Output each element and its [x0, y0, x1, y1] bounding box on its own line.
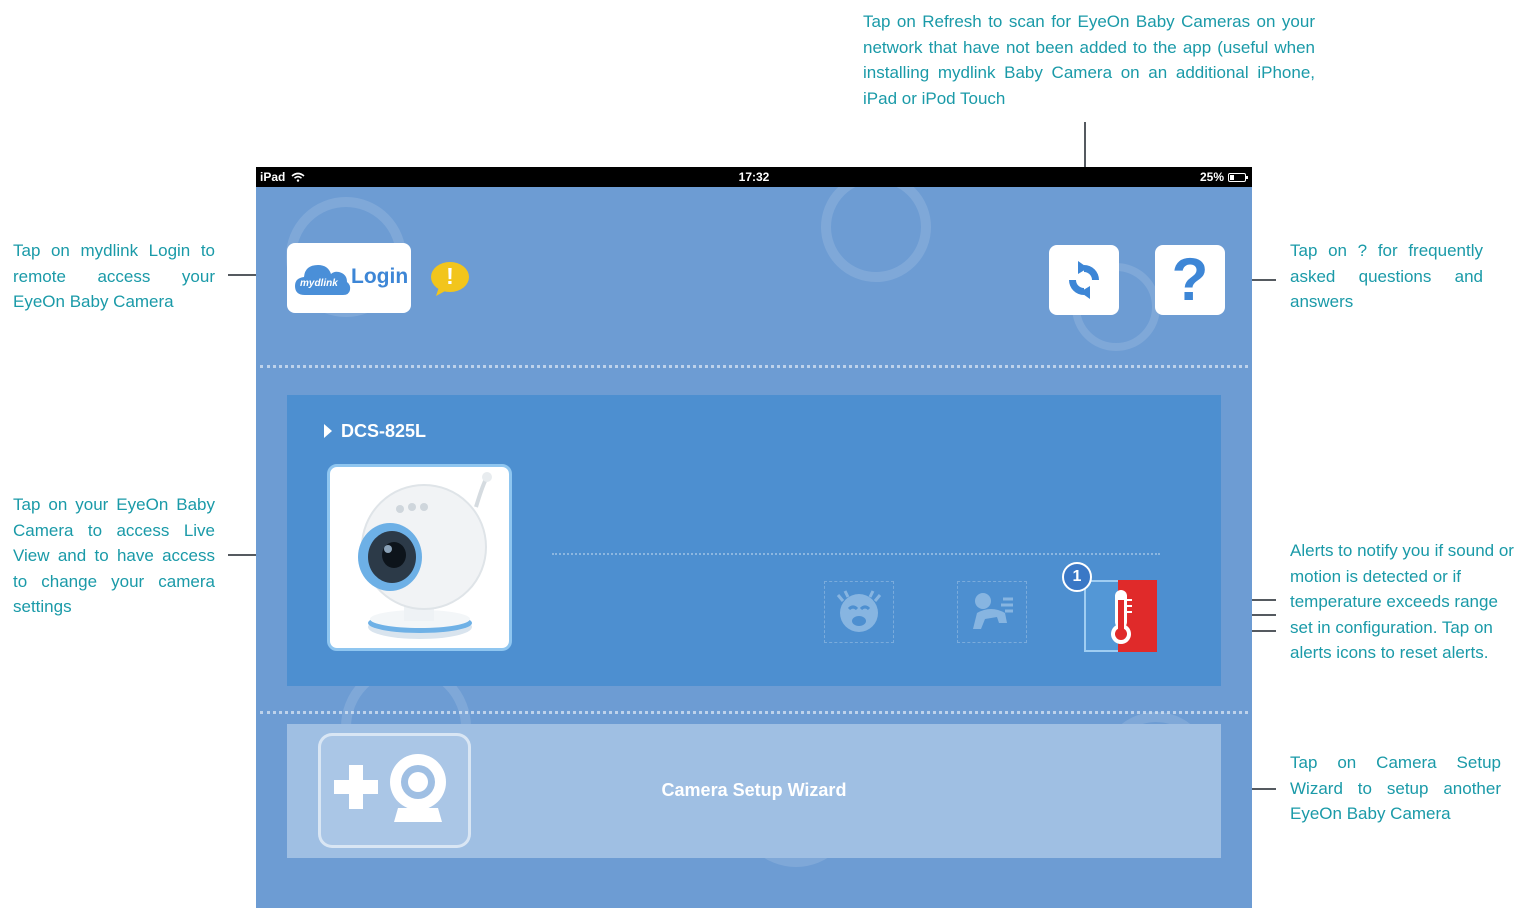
- camera-inner-divider: [552, 553, 1160, 555]
- expand-arrow-icon: [324, 424, 332, 438]
- status-bar: iPad 17:32 25%: [256, 167, 1252, 187]
- login-annotation: Tap on mydlink Login to remote access yo…: [13, 241, 215, 311]
- temperature-alert[interactable]: 1: [1062, 562, 1157, 652]
- refresh-annotation: Tap on Refresh to scan for EyeOn Baby Ca…: [863, 12, 1315, 108]
- camera-setup-wizard-button[interactable]: Camera Setup Wizard: [287, 724, 1221, 858]
- help-button[interactable]: ?: [1155, 245, 1225, 315]
- wizard-label: Camera Setup Wizard: [661, 780, 847, 800]
- help-annotation: Tap on ? for frequently asked questions …: [1290, 241, 1483, 311]
- question-mark-icon: ?: [1171, 246, 1209, 313]
- camera-list-item[interactable]: DCS-825L 1: [287, 395, 1221, 686]
- mydlink-label: mydlink: [300, 278, 338, 289]
- divider-bottom: [260, 711, 1248, 714]
- baby-camera-image: [358, 472, 492, 639]
- warning-badge[interactable]: !: [430, 261, 470, 297]
- app-screen: iPad 17:32 25% mydlink Login ! ? DCS-825…: [256, 167, 1252, 908]
- login-label: Login: [351, 265, 409, 288]
- alert-count-badge: 1: [1062, 562, 1092, 592]
- clock: 17:32: [738, 170, 770, 184]
- mydlink-login-button[interactable]: mydlink Login: [287, 243, 411, 313]
- warning-mark: !: [446, 263, 454, 289]
- divider-top: [260, 365, 1248, 368]
- refresh-button[interactable]: [1049, 245, 1119, 315]
- crawling-baby-motion-icon[interactable]: [967, 589, 1017, 635]
- wizard-annotation: Tap on Camera Setup Wizard to setup anot…: [1290, 753, 1501, 823]
- alert-count: 1: [1072, 568, 1082, 585]
- refresh-icon: [1069, 261, 1099, 299]
- thermometer-icon: [1111, 590, 1132, 644]
- crying-baby-sound-icon[interactable]: [834, 589, 884, 635]
- battery-percent: 25%: [1199, 170, 1224, 184]
- battery-icon: [1228, 172, 1248, 182]
- alerts-annotation: Alerts to notify you if sound or motion …: [1290, 541, 1514, 662]
- camera-annotation: Tap on your EyeOn Baby Camera to access …: [13, 495, 215, 616]
- camera-name: DCS-825L: [341, 421, 427, 441]
- camera-thumbnail[interactable]: [327, 464, 512, 651]
